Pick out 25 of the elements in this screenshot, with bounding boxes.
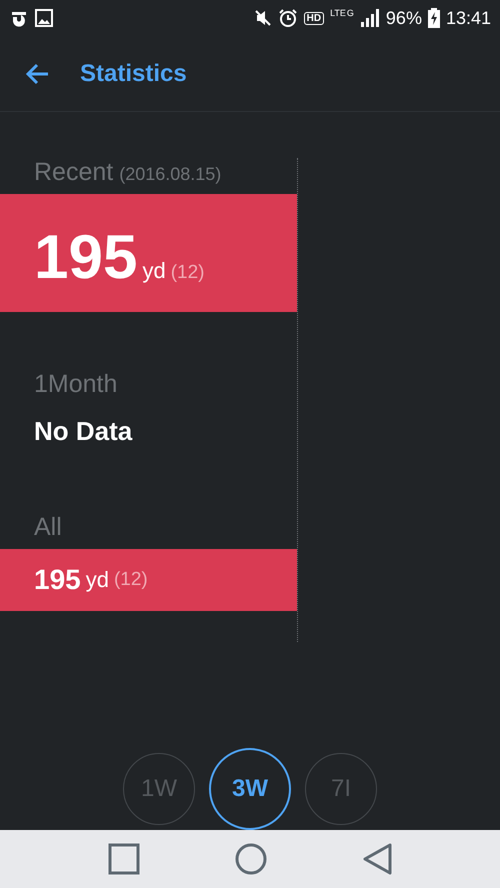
alarm-icon [278, 8, 298, 28]
unit-label: yd [142, 258, 166, 284]
section-label: All [34, 513, 62, 542]
unit-label: yd [86, 567, 109, 593]
signal-icon [360, 8, 380, 28]
mute-icon [254, 9, 272, 27]
count-label: (12) [170, 262, 204, 284]
distance-value: 195 [34, 222, 138, 293]
section-label: Recent [34, 158, 114, 187]
clock: 13:41 [446, 8, 491, 28]
screen-title: Statistics [80, 60, 187, 88]
section-label: 1Month [34, 370, 118, 399]
count-label: (12) [114, 569, 148, 591]
distance-value: 195 [34, 564, 81, 596]
image-icon [35, 9, 53, 27]
hd-icon: HD [304, 12, 324, 24]
recents-button[interactable] [108, 843, 140, 875]
network-label: LTE [330, 8, 346, 18]
no-data-text: No Data [33, 416, 134, 447]
battery-percent: 96% [386, 8, 422, 28]
battery-charging-icon [428, 8, 440, 28]
back-nav-button[interactable] [362, 843, 392, 875]
date-label: (2016.08.15) [119, 164, 222, 185]
network-gen-label: G [346, 8, 354, 18]
home-button[interactable] [234, 843, 267, 875]
